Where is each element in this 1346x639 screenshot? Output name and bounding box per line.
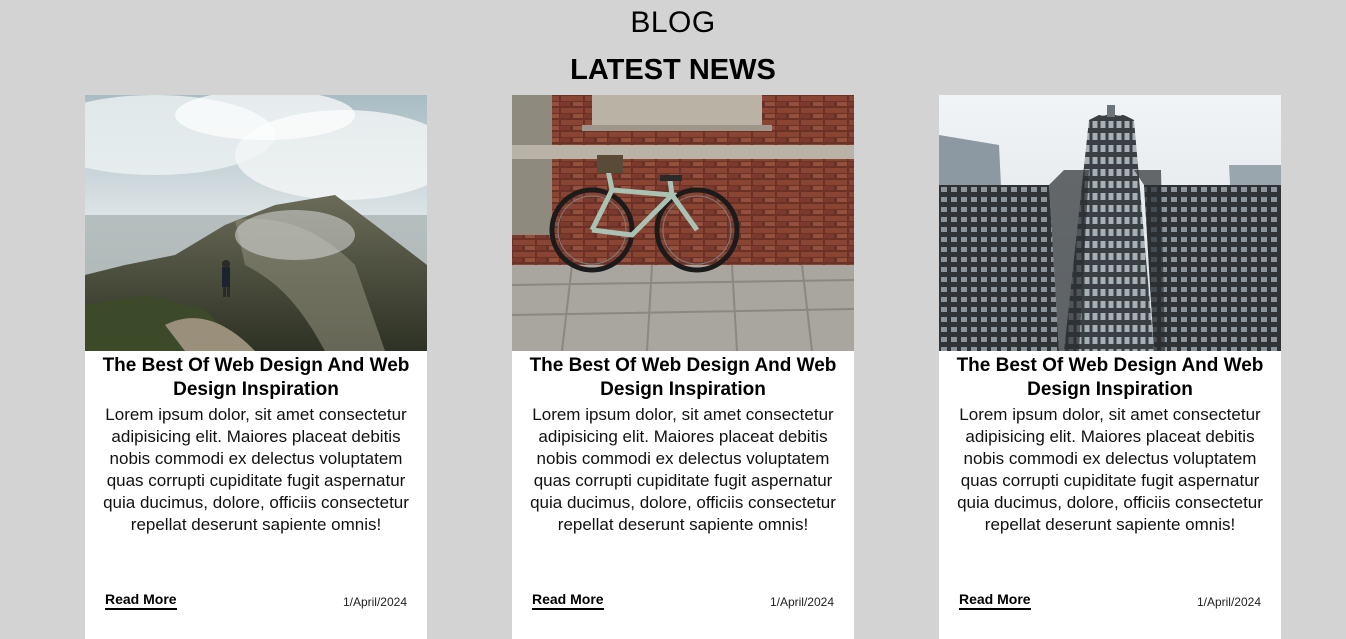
blog-card-list: The Best Of Web Design And Web Design In… xyxy=(0,95,1346,639)
card-title: The Best Of Web Design And Web Design In… xyxy=(529,355,837,400)
blog-card: The Best Of Web Design And Web Design In… xyxy=(85,95,427,639)
card-image-bicycle xyxy=(512,95,854,351)
blog-card: The Best Of Web Design And Web Design In… xyxy=(939,95,1281,639)
card-footer: Read More 1/April/2024 xyxy=(959,589,1261,611)
post-date: 1/April/2024 xyxy=(342,595,407,609)
page-title: LATEST NEWS xyxy=(570,54,776,86)
bicycle-image xyxy=(512,95,854,351)
card-excerpt: Lorem ipsum dolor, sit amet consectetur … xyxy=(530,405,836,534)
blog-card: The Best Of Web Design And Web Design In… xyxy=(512,95,854,639)
read-more-link[interactable]: Read More xyxy=(959,591,1031,610)
card-excerpt: Lorem ipsum dolor, sit amet consectetur … xyxy=(957,405,1263,534)
read-more-link[interactable]: Read More xyxy=(532,591,604,610)
card-title: The Best Of Web Design And Web Design In… xyxy=(956,355,1264,400)
card-image-skyscraper xyxy=(939,95,1281,351)
card-image-mountain xyxy=(85,95,427,351)
card-title: The Best Of Web Design And Web Design In… xyxy=(102,355,410,400)
mountain-hiker-image xyxy=(85,95,427,351)
card-footer: Read More 1/April/2024 xyxy=(532,589,834,611)
section-kicker: BLOG xyxy=(630,6,716,39)
card-excerpt: Lorem ipsum dolor, sit amet consectetur … xyxy=(103,405,409,534)
post-date: 1/April/2024 xyxy=(769,595,834,609)
skyscraper-image xyxy=(939,95,1281,351)
card-footer: Read More 1/April/2024 xyxy=(105,589,407,611)
post-date: 1/April/2024 xyxy=(1196,595,1261,609)
read-more-link[interactable]: Read More xyxy=(105,591,177,610)
